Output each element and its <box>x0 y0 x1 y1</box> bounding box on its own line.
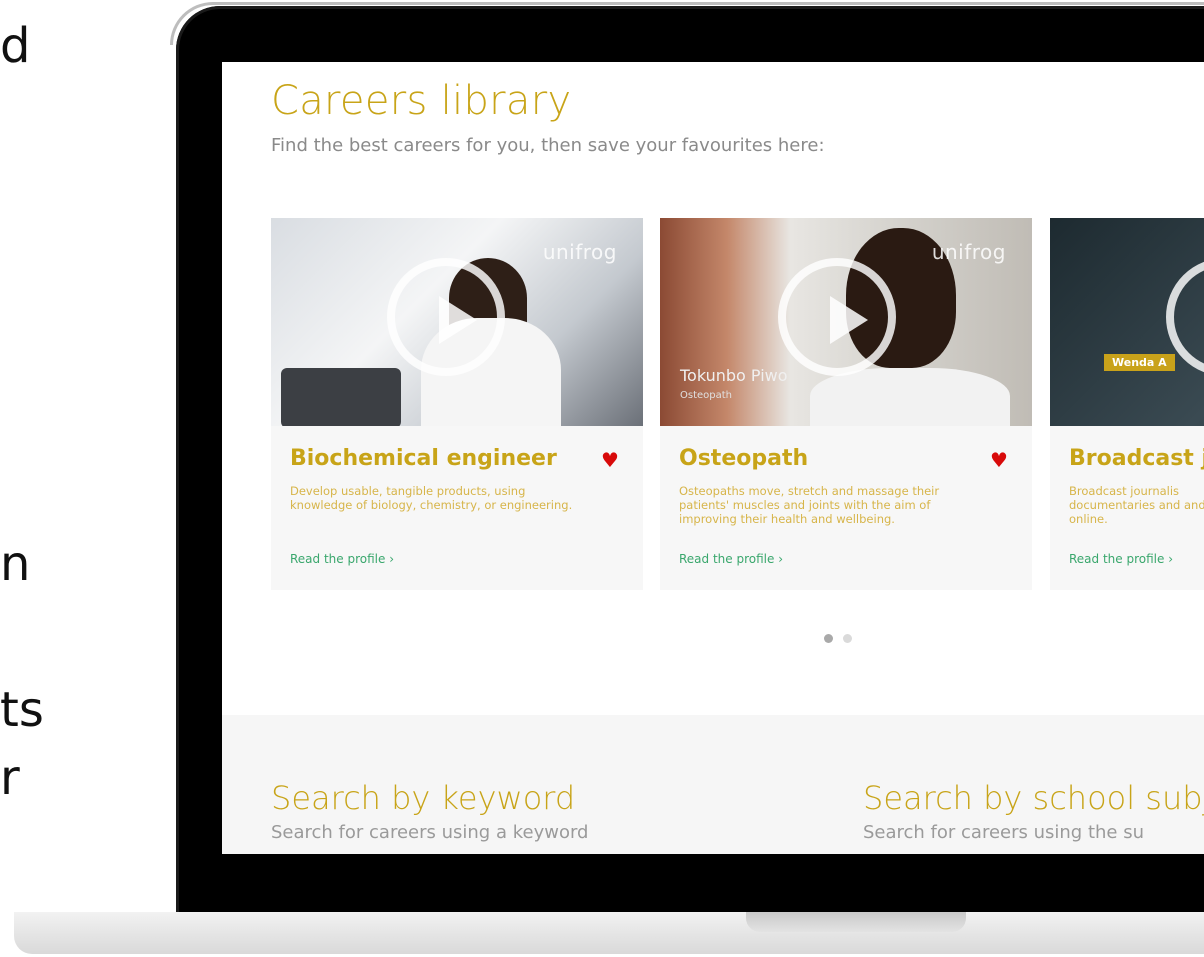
card-description: Broadcast journalis documentaries and an… <box>1069 484 1204 526</box>
search-section: Search by keyword Search for careers usi… <box>222 715 1204 854</box>
career-card-osteopath[interactable]: unifrog Tokunbo Piwo Osteopath Osteopath… <box>660 218 1032 590</box>
left-text-fragment-3: ts <box>0 682 44 738</box>
page-title: Careers library <box>271 78 572 124</box>
read-profile-link[interactable]: Read the profile › <box>679 552 783 566</box>
carousel-pagination <box>824 628 862 647</box>
lab-equipment <box>281 368 401 426</box>
carousel-dot-1[interactable] <box>824 634 833 643</box>
search-keyword-title[interactable]: Search by keyword <box>271 779 575 817</box>
search-subject-title[interactable]: Search by school subj <box>863 779 1204 817</box>
video-caption-name: Wenda A <box>1104 354 1175 371</box>
search-subject-subtitle: Search for careers using the su <box>863 822 1145 843</box>
search-keyword-subtitle: Search for careers using a keyword <box>271 822 589 843</box>
left-text-fragment-1: d <box>0 18 31 74</box>
heart-icon[interactable]: ♥ <box>990 450 1010 470</box>
play-icon[interactable] <box>387 258 505 376</box>
card-description: Osteopaths move, stretch and massage the… <box>679 484 940 526</box>
video-caption-name: Tokunbo Piwo <box>680 366 788 385</box>
card-title[interactable]: Osteopath <box>679 446 808 471</box>
career-video-thumbnail[interactable]: unifrog <box>271 218 643 426</box>
left-text-fragment-4: r <box>0 750 20 806</box>
page-subtitle: Find the best careers for you, then save… <box>271 135 825 156</box>
career-video-thumbnail[interactable]: Wenda A <box>1050 218 1204 426</box>
heart-icon[interactable]: ♥ <box>601 450 621 470</box>
laptop-screen: Careers library Find the best careers fo… <box>222 62 1204 854</box>
unifrog-watermark: unifrog <box>542 240 617 264</box>
carousel-dot-2[interactable] <box>843 634 852 643</box>
read-profile-link[interactable]: Read the profile › <box>1069 552 1173 566</box>
video-caption-role: Osteopath <box>680 390 733 401</box>
read-profile-link[interactable]: Read the profile › <box>290 552 394 566</box>
career-card-biochemical-engineer[interactable]: unifrog Biochemical engineer ♥ Develop u… <box>271 218 643 590</box>
unifrog-watermark: unifrog <box>931 240 1006 264</box>
career-video-thumbnail[interactable]: unifrog Tokunbo Piwo Osteopath <box>660 218 1032 426</box>
card-title[interactable]: Broadcast j <box>1069 446 1204 471</box>
laptop-base <box>14 912 1204 954</box>
person-shirt <box>810 368 1010 426</box>
card-title[interactable]: Biochemical engineer <box>290 446 557 471</box>
career-card-broadcast-journalist[interactable]: Wenda A Broadcast j Broadcast journalis … <box>1050 218 1204 590</box>
card-description: Develop usable, tangible products, using… <box>290 484 573 512</box>
laptop-notch <box>746 912 966 932</box>
play-icon[interactable] <box>778 258 896 376</box>
left-text-fragment-2: n <box>0 536 31 592</box>
